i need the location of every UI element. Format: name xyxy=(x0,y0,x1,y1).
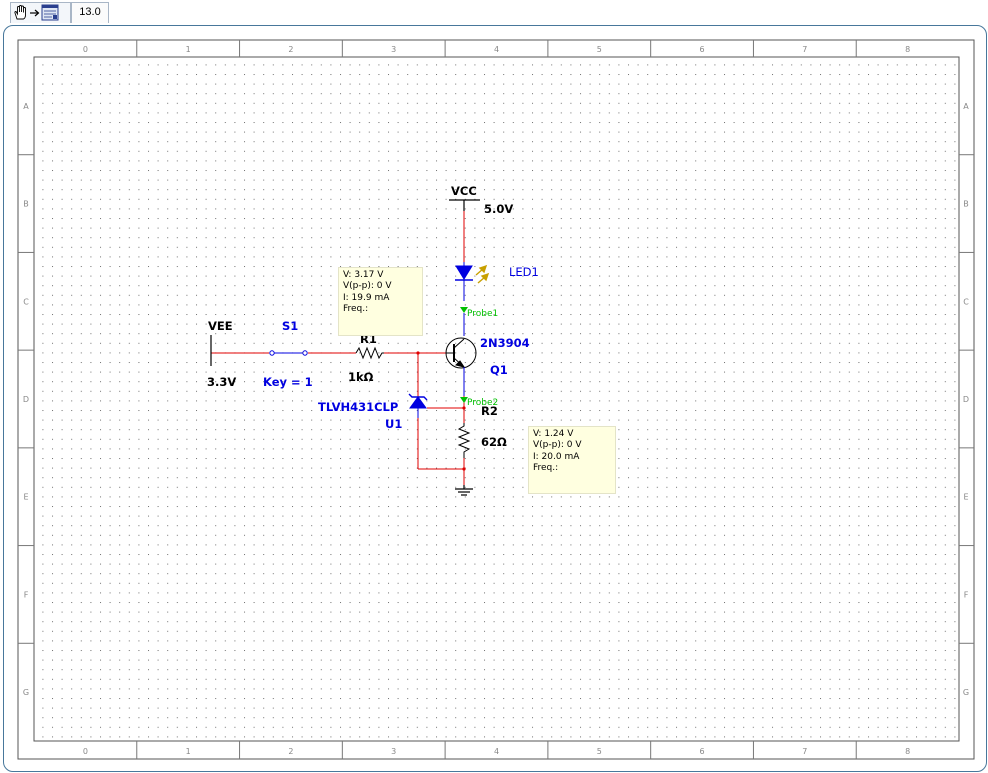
border-zone-label: E xyxy=(963,493,968,502)
s1-name-label: S1 xyxy=(282,319,299,333)
vee-value-label: 3.3V xyxy=(207,375,237,389)
probe2-readout[interactable]: V: 1.24 V V(p-p): 0 V I: 20.0 mA Freq.: xyxy=(528,426,616,494)
vcc-name-label: VCC xyxy=(451,184,477,198)
junction-dot xyxy=(462,406,466,410)
border-zone-label: 7 xyxy=(802,747,807,756)
q1-name-label: Q1 xyxy=(490,363,508,377)
probe1-voltage: V: 3.17 V xyxy=(343,270,384,280)
r2-value-label: 62Ω xyxy=(481,435,507,449)
probe1-frequency: Freq.: xyxy=(343,303,369,314)
probe2-vpp: V(p-p): 0 V xyxy=(533,440,582,451)
arrow-right-icon xyxy=(30,9,40,17)
led1-name-label: LED1 xyxy=(509,265,539,279)
border-zone-label: 7 xyxy=(802,45,807,54)
border-zone-label: 8 xyxy=(905,45,910,54)
border-zone-label: B xyxy=(23,200,29,209)
schematic-sheet-icon xyxy=(41,4,59,21)
schematic-window[interactable]: 0 0 1 1 2 2 3 3 4 4 5 5 6 6 7 7 8 8 A A B B C C D D E E F F G G VEE 3.3… xyxy=(3,25,987,772)
vcc-value-label: 5.0V xyxy=(484,202,514,216)
border-zone-label: F xyxy=(24,590,29,599)
border-zone-label: 5 xyxy=(597,45,602,54)
tool-tab[interactable] xyxy=(10,2,71,23)
border-zone-label: 6 xyxy=(700,45,705,54)
border-zone-label: 1 xyxy=(186,747,191,756)
r1-value-label: 1kΩ xyxy=(348,370,374,384)
border-zone-label: 2 xyxy=(288,747,293,756)
zoom-level: 13.0 xyxy=(79,6,101,18)
probe2-frequency: Freq.: xyxy=(533,462,559,473)
border-zone-label: 2 xyxy=(288,45,293,54)
hand-icon[interactable] xyxy=(14,5,26,20)
border-zone-label: B xyxy=(963,200,969,209)
vee-name-label: VEE xyxy=(208,319,233,333)
probe2-label: Probe2 xyxy=(467,398,499,408)
border-zone-label: 0 xyxy=(83,45,88,54)
border-zone-label: 8 xyxy=(905,747,910,756)
border-zone-label: A xyxy=(23,102,29,111)
border-zone-label: 3 xyxy=(391,45,396,54)
probe1-current: I: 19.9 mA xyxy=(343,292,390,303)
q1-part-label: 2N3904 xyxy=(480,336,530,350)
s1-key-label: Key = 1 xyxy=(263,375,313,389)
border-zone-label: 1 xyxy=(186,45,191,54)
document-tab-bar: 13.0 xyxy=(0,0,988,26)
probe2-voltage: V: 1.24 V xyxy=(533,429,574,439)
border-zone-label: 0 xyxy=(83,747,88,756)
border-zone-label: G xyxy=(963,688,969,697)
border-zone-label: 4 xyxy=(494,45,499,54)
border-zone-label: E xyxy=(23,493,28,502)
border-zone-label: F xyxy=(964,590,969,599)
border-zone-label: 6 xyxy=(700,747,705,756)
border-zone-label: C xyxy=(23,297,29,306)
border-zone-label: 4 xyxy=(494,747,499,756)
border-zone-label: D xyxy=(963,395,969,404)
junction-dot xyxy=(462,467,466,471)
border-zone-label: G xyxy=(23,688,29,697)
junction-dot xyxy=(416,351,420,355)
u1-part-label: TLVH431CLP xyxy=(318,400,399,414)
border-zone-label: C xyxy=(963,297,969,306)
border-zone-label: 5 xyxy=(597,747,602,756)
probe2-current: I: 20.0 mA xyxy=(533,451,580,462)
border-zone-label: D xyxy=(23,395,29,404)
zoom-level-tab[interactable]: 13.0 xyxy=(71,2,109,23)
probe1-vpp: V(p-p): 0 V xyxy=(343,281,392,292)
border-zone-label: 3 xyxy=(391,747,396,756)
border-zone-label: A xyxy=(963,102,969,111)
probe1-readout[interactable]: V: 3.17 V V(p-p): 0 V I: 19.9 mA Freq.: xyxy=(338,267,423,336)
u1-name-label: U1 xyxy=(385,417,403,431)
probe1-label: Probe1 xyxy=(467,309,499,319)
